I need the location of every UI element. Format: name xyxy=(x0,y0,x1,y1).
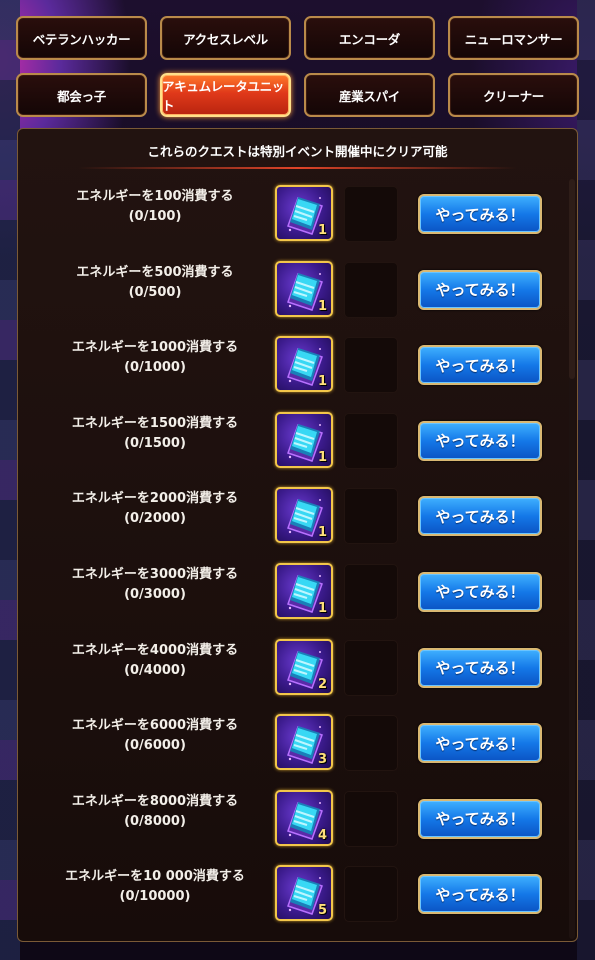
try-button[interactable]: やってみる！ xyxy=(418,420,542,461)
empty-reward-slot xyxy=(344,186,398,242)
quest-description: エネルギーを10 000消費する (0/10000) xyxy=(40,865,270,909)
reward-count: 1 xyxy=(317,600,327,616)
quest-title: エネルギーを1500消費する xyxy=(71,415,239,431)
quest-progress: (0/1000) xyxy=(124,360,186,376)
quest-title: エネルギーを8000消費する xyxy=(71,793,239,809)
reward-item[interactable]: 4 xyxy=(275,789,333,846)
reward-item[interactable]: 1 xyxy=(275,185,333,241)
try-button[interactable]: やってみる！ xyxy=(418,571,542,612)
reward-count: 1 xyxy=(317,374,327,390)
quest-title: エネルギーを10 000消費する xyxy=(65,869,245,885)
reward-item[interactable]: 1 xyxy=(275,487,333,544)
quest-description: エネルギーを3000消費する (0/3000) xyxy=(40,563,270,607)
empty-reward-slot xyxy=(344,866,398,923)
empty-reward-slot xyxy=(344,790,398,847)
quest-progress: (0/10000) xyxy=(119,889,191,905)
quest-description: エネルギーを1500消費する (0/1500) xyxy=(40,412,270,456)
reward-item[interactable]: 1 xyxy=(275,260,333,317)
try-button[interactable]: やってみる！ xyxy=(418,194,542,234)
quest-progress: (0/4000) xyxy=(124,662,186,678)
quest-row: エネルギーを6000消費する (0/6000) 3 やってみる！ xyxy=(18,706,563,782)
reward-item[interactable]: 1 xyxy=(275,336,333,393)
try-button[interactable]: やってみる！ xyxy=(418,345,542,386)
empty-reward-slot xyxy=(344,488,398,545)
tab-accumulator-unit[interactable]: アキュムレータユニット xyxy=(160,73,291,117)
try-button[interactable]: やってみる！ xyxy=(418,647,542,688)
tab-neuromancer[interactable]: ニューロマンサー xyxy=(448,16,579,60)
reward-item[interactable]: 2 xyxy=(275,638,333,695)
try-button[interactable]: やってみる！ xyxy=(418,496,542,537)
reward-item[interactable]: 1 xyxy=(275,562,333,619)
empty-reward-slot xyxy=(344,639,398,696)
quest-title: エネルギーを6000消費する xyxy=(71,718,239,734)
quest-title: エネルギーを2000消費する xyxy=(71,491,239,507)
reward-count: 2 xyxy=(317,676,327,692)
reward-count: 1 xyxy=(317,298,327,314)
quest-row: エネルギーを4000消費する (0/4000) 2 やってみる！ xyxy=(18,631,563,707)
quest-description: エネルギーを100消費する (0/100) xyxy=(40,185,270,229)
quest-description: エネルギーを2000消費する (0/2000) xyxy=(40,487,270,531)
quest-row: エネルギーを100消費する (0/100) 1 やってみる！ xyxy=(18,177,563,253)
empty-reward-slot xyxy=(344,412,398,469)
scrollbar-thumb[interactable] xyxy=(569,179,575,379)
reward-count: 3 xyxy=(317,752,327,768)
quest-row: エネルギーを3000消費する (0/3000) 1 やってみる！ xyxy=(18,555,563,631)
quest-description: エネルギーを4000消費する (0/4000) xyxy=(40,639,270,683)
quest-row: エネルギーを500消費する (0/500) 1 やってみる！ xyxy=(18,253,563,329)
quest-progress: (0/6000) xyxy=(124,738,186,754)
empty-reward-slot xyxy=(344,261,398,318)
try-button[interactable]: やってみる！ xyxy=(418,874,542,915)
try-button[interactable]: やってみる！ xyxy=(418,723,542,764)
quest-progress: (0/100) xyxy=(128,209,182,224)
quest-progress: (0/2000) xyxy=(124,511,186,527)
quest-description: エネルギーを500消費する (0/500) xyxy=(40,261,270,305)
quest-row: エネルギーを1500消費する (0/1500) 1 やってみる！ xyxy=(18,404,563,480)
quest-description: エネルギーを8000消費する (0/8000) xyxy=(40,790,270,834)
quest-title: エネルギーを1000消費する xyxy=(71,340,239,356)
tab-access-level[interactable]: アクセスレベル xyxy=(160,16,291,60)
tab-industrial-spy[interactable]: 産業スパイ xyxy=(304,73,435,117)
quest-row: エネルギーを8000消費する (0/8000) 4 やってみる！ xyxy=(18,782,563,858)
quest-row: エネルギーを10 000消費する (0/10000) 5 やってみる！ xyxy=(18,857,563,933)
tab-cleaner[interactable]: クリーナー xyxy=(448,73,579,117)
quest-row: エネルギーを2000消費する (0/2000) 1 やってみる！ xyxy=(18,479,563,555)
quest-progress: (0/8000) xyxy=(124,813,186,829)
reward-count: 1 xyxy=(317,449,327,465)
quest-progress: (0/1500) xyxy=(124,435,186,451)
empty-reward-slot xyxy=(344,337,398,394)
reward-item[interactable]: 3 xyxy=(275,714,333,771)
quest-row: エネルギーを1000消費する (0/1000) 1 やってみる！ xyxy=(18,328,563,404)
tab-veteran-hacker[interactable]: ベテランハッカー xyxy=(16,16,147,60)
quest-description: エネルギーを6000消費する (0/6000) xyxy=(40,714,270,758)
quest-panel: これらのクエストは特別イベント開催中にクリア可能 エネルギーを100消費する (… xyxy=(17,128,578,942)
quest-title: エネルギーを100消費する xyxy=(76,189,234,204)
quest-title: エネルギーを4000消費する xyxy=(71,642,239,658)
try-button[interactable]: やってみる！ xyxy=(418,269,542,310)
reward-count: 4 xyxy=(317,827,327,843)
category-tabs: ベテランハッカー アクセスレベル エンコーダ ニューロマンサー 都会っ子 アキュ… xyxy=(16,16,579,117)
quest-list: エネルギーを100消費する (0/100) 1 やってみる！ エネルギーを500… xyxy=(18,177,563,933)
quest-title: エネルギーを3000消費する xyxy=(71,566,239,582)
reward-item[interactable]: 1 xyxy=(275,411,333,468)
quest-description: エネルギーを1000消費する (0/1000) xyxy=(40,336,270,380)
reward-count: 5 xyxy=(317,903,327,919)
quest-progress: (0/500) xyxy=(128,284,182,300)
reward-count: 1 xyxy=(317,223,327,238)
event-notice: これらのクエストは特別イベント開催中にクリア可能 xyxy=(18,129,577,171)
background-strip-right xyxy=(577,0,595,960)
quest-progress: (0/3000) xyxy=(124,586,186,602)
quest-title: エネルギーを500消費する xyxy=(76,264,234,280)
scrollbar[interactable] xyxy=(569,179,575,939)
tab-city-kid[interactable]: 都会っ子 xyxy=(16,73,147,117)
empty-reward-slot xyxy=(344,563,398,620)
reward-count: 1 xyxy=(317,525,327,541)
reward-item[interactable]: 5 xyxy=(275,865,333,922)
try-button[interactable]: やってみる！ xyxy=(418,798,542,839)
tab-encoder[interactable]: エンコーダ xyxy=(304,16,435,60)
empty-reward-slot xyxy=(344,715,398,772)
